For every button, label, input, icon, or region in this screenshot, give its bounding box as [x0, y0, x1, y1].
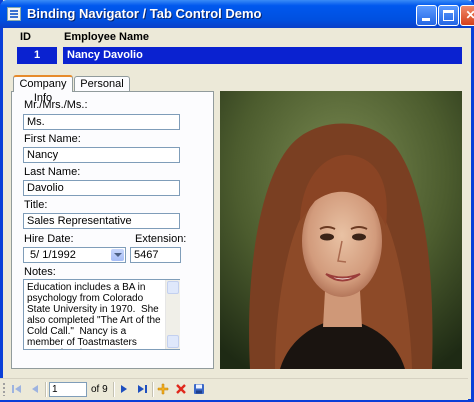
employee-name-value[interactable]: Nancy Davolio: [63, 47, 462, 64]
close-icon: ✕: [465, 8, 474, 22]
separator: [152, 382, 154, 397]
last-name-label: Last Name:: [24, 166, 81, 178]
minimize-icon: [422, 18, 430, 21]
title-label: Title:: [24, 199, 48, 211]
notes-field[interactable]: Education includes a BA in psychology fr…: [23, 279, 180, 350]
first-name-field[interactable]: Nancy: [23, 147, 180, 163]
notes-label: Notes:: [24, 266, 56, 278]
move-next-icon[interactable]: [118, 383, 130, 395]
close-button[interactable]: ✕: [460, 5, 474, 26]
count-label: of 9: [91, 384, 108, 395]
extension-label: Extension:: [135, 233, 187, 245]
hire-date-picker[interactable]: 5/ 1/1992: [23, 247, 126, 263]
portrait-image: [220, 91, 462, 369]
minimize-button[interactable]: [416, 5, 437, 26]
separator: [45, 382, 47, 397]
maximize-icon: [443, 10, 454, 21]
hire-date-label: Hire Date:: [24, 233, 74, 245]
scroll-down-icon[interactable]: [167, 335, 179, 348]
title-field[interactable]: Sales Representative: [23, 213, 180, 229]
employee-name-header-label: Employee Name: [64, 31, 149, 43]
maximize-button[interactable]: [438, 5, 459, 26]
save-icon[interactable]: [193, 383, 205, 395]
binding-navigator: 1 of 9: [0, 378, 468, 400]
tab-company-info[interactable]: Company Info: [13, 75, 73, 104]
first-name-label: First Name:: [24, 133, 81, 145]
courtesy-field[interactable]: Ms.: [23, 114, 180, 130]
scroll-up-icon[interactable]: [167, 281, 179, 294]
separator: [113, 382, 115, 397]
form-icon: [7, 7, 21, 21]
employee-id-value[interactable]: 1: [17, 47, 57, 64]
add-new-icon[interactable]: [157, 383, 169, 395]
notes-scrollbar[interactable]: [165, 280, 180, 349]
employee-photo: [220, 91, 462, 369]
window-title: Binding Navigator / Tab Control Demo: [27, 6, 262, 21]
tab-personal-info[interactable]: Personal Info: [74, 76, 130, 104]
move-first-icon[interactable]: [11, 383, 23, 395]
title-bar[interactable]: Binding Navigator / Tab Control Demo ✕: [0, 0, 474, 28]
move-previous-icon[interactable]: [29, 383, 41, 395]
move-last-icon[interactable]: [136, 383, 148, 395]
extension-field[interactable]: 5467: [130, 247, 181, 263]
position-field[interactable]: 1: [49, 382, 87, 397]
delete-icon[interactable]: [175, 383, 187, 395]
last-name-field[interactable]: Davolio: [23, 180, 180, 196]
toolbar-grip[interactable]: [3, 383, 5, 396]
chevron-down-icon[interactable]: [111, 249, 124, 261]
hire-date-value: 5/ 1/1992: [30, 249, 76, 261]
id-header-label: ID: [20, 31, 31, 43]
